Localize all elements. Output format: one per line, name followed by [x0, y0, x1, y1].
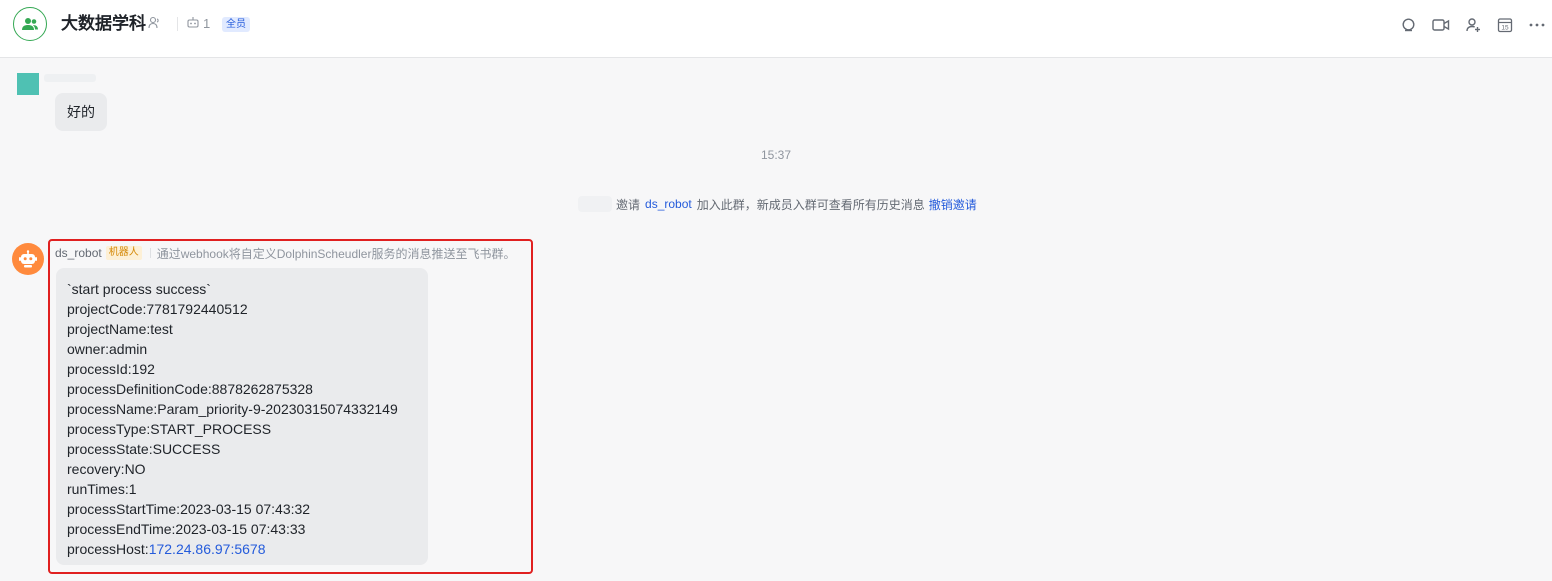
- chat-title[interactable]: 大数据学科: [61, 13, 146, 35]
- message-timestamp: 15:37: [760, 148, 792, 162]
- system-invite-notice: 邀请 ds_robot 加入此群，新成员入群可查看所有历史消息 撤销邀请: [578, 195, 977, 213]
- robot-avatar[interactable]: [12, 243, 44, 275]
- group-avatar[interactable]: [13, 7, 47, 41]
- message-line-host: processHost:172.24.86.97:5678: [67, 539, 398, 559]
- robot-description: 通过webhook将自定义DolphinScheudler服务的消息推送至飞书群…: [156, 246, 516, 261]
- search-icon[interactable]: [1399, 15, 1419, 35]
- robot-name[interactable]: ds_robot: [55, 246, 102, 260]
- message-line: runTimes:1: [67, 481, 137, 497]
- bot-count: 1: [203, 16, 211, 31]
- message-line: projectCode:7781792440512: [67, 301, 248, 317]
- message-line: processDefinitionCode:8878262875328: [67, 381, 313, 397]
- members-icon[interactable]: [148, 16, 161, 29]
- host-label: processHost:: [67, 541, 149, 557]
- header-divider: [177, 17, 178, 31]
- message-line: owner:admin: [67, 341, 148, 357]
- chat-header: 大数据学科 1 全员 15: [0, 0, 1552, 58]
- message-line: recovery:NO: [67, 461, 146, 477]
- calendar-icon[interactable]: 15: [1495, 15, 1515, 35]
- more-icon[interactable]: [1527, 15, 1547, 35]
- all-members-badge: 全员: [222, 17, 250, 32]
- invited-bot-link[interactable]: ds_robot: [645, 197, 692, 211]
- robot-icon[interactable]: [186, 16, 200, 29]
- group-icon: [22, 18, 38, 30]
- message-line: processState:SUCCESS: [67, 441, 221, 457]
- invite-text: 加入此群，新成员入群可查看所有历史消息: [696, 197, 925, 212]
- meta-separator: [149, 248, 151, 258]
- robot-icon: [19, 250, 37, 268]
- message-lines: `start process success` projectCode:7781…: [67, 279, 398, 559]
- robot-message-meta: ds_robot 机器人 通过webhook将自定义DolphinScheudl…: [55, 245, 515, 261]
- inviter-name-blurred: [578, 196, 612, 212]
- video-icon[interactable]: [1431, 15, 1451, 35]
- sender-avatar[interactable]: [17, 73, 39, 95]
- invite-prefix: 邀请: [616, 197, 641, 212]
- robot-message-card[interactable]: `start process success` projectCode:7781…: [56, 268, 428, 565]
- message-line: processEndTime:2023-03-15 07:43:33: [67, 521, 306, 537]
- message-line: projectName:test: [67, 321, 173, 337]
- message-line: processName:Param_priority-9-20230315074…: [67, 401, 398, 417]
- calendar-day: 15: [1501, 25, 1509, 32]
- add-member-icon[interactable]: [1463, 15, 1483, 35]
- robot-tag: 机器人: [105, 246, 142, 260]
- message-bubble[interactable]: 好的: [55, 93, 107, 131]
- message-line: processType:START_PROCESS: [67, 421, 272, 437]
- sender-name-blurred: [44, 74, 96, 82]
- message-line: processId:192: [67, 361, 155, 377]
- host-link[interactable]: 172.24.86.97:5678: [149, 541, 266, 557]
- message-line: `start process success`: [67, 281, 211, 297]
- revoke-invite-link[interactable]: 撤销邀请: [929, 196, 977, 213]
- message-line: processStartTime:2023-03-15 07:43:32: [67, 501, 311, 517]
